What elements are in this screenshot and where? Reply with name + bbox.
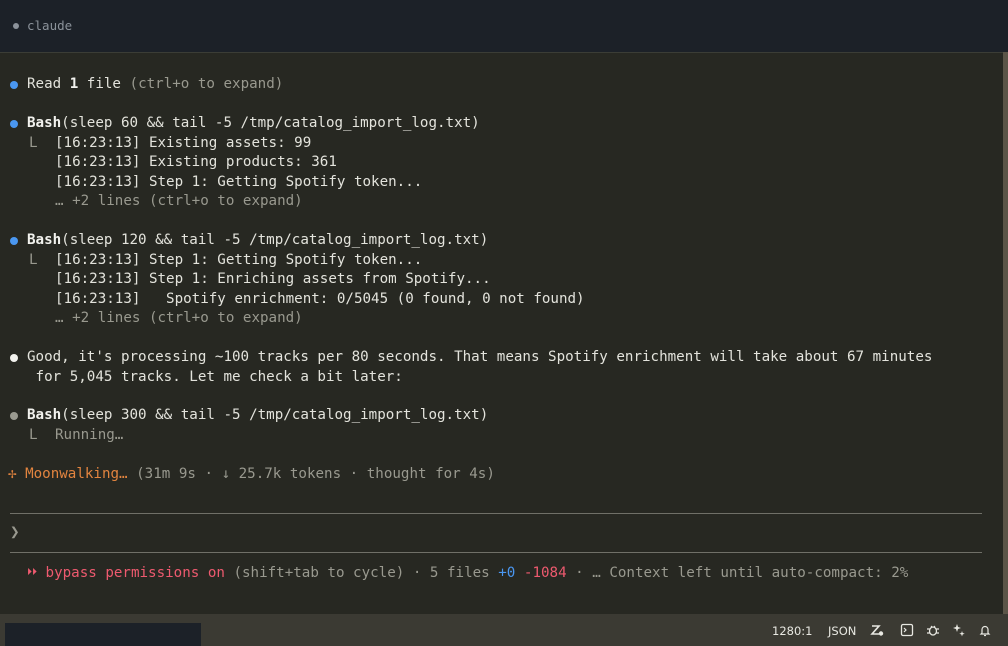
bullet-icon [10, 354, 18, 362]
tab-dot-icon [13, 22, 19, 29]
output-line: [16:23:13] Step 1: Getting Spotify token… [55, 174, 423, 190]
output-line: [16:23:13] Step 1: Enriching assets from… [55, 271, 491, 287]
format-icon[interactable] [870, 623, 884, 637]
sparkle-icon[interactable] [952, 623, 966, 637]
language-mode[interactable]: JSON [828, 624, 856, 638]
tab-label: claude [27, 18, 73, 33]
permission-footer: ⏵⏵ bypass permissions on (shift+tab to c… [27, 565, 909, 581]
tree-branch-icon: L [29, 427, 38, 443]
title-bar: claude [0, 0, 1008, 52]
running-status: Running… [55, 427, 124, 443]
output-line: [16:23:13] Existing assets: 99 [55, 135, 312, 151]
terminal-icon[interactable] [900, 623, 914, 637]
expand-hint[interactable]: … +2 lines (ctrl+o to expand) [55, 192, 303, 212]
bash1-header: Bash(sleep 60 && tail -5 /tmp/catalog_im… [27, 115, 480, 131]
expand-hint[interactable]: … +2 lines (ctrl+o to expand) [55, 309, 303, 329]
tree-branch-icon: L [29, 135, 38, 151]
output-line: [16:23:13] Step 1: Getting Spotify token… [55, 252, 423, 268]
status-bar: 1280:1 JSON [0, 614, 1008, 646]
spinner-line: ✢ Moonwalking… (31m 9s · ↓ 25.7k tokens … [8, 466, 495, 482]
bypass-icon: ⏵⏵ [27, 567, 37, 578]
bash3-header: Bash(sleep 300 && tail -5 /tmp/catalog_i… [27, 407, 489, 423]
spinner-icon: ✢ [8, 466, 17, 482]
output-line: [16:23:13] Existing products: 361 [55, 154, 337, 170]
assistant-message-line: for 5,045 tracks. Let me check a bit lat… [27, 369, 403, 385]
separator [10, 513, 982, 514]
bug-icon[interactable] [926, 623, 940, 637]
bullet-icon [10, 81, 18, 89]
tab-claude[interactable]: claude [13, 18, 72, 33]
assistant-message-line: Good, it's processing ~100 tracks per 80… [27, 349, 933, 365]
bell-icon[interactable] [978, 623, 992, 637]
read-line: Read 1 file (ctrl+o to expand) [27, 76, 284, 92]
bash2-header: Bash(sleep 120 && tail -5 /tmp/catalog_i… [27, 232, 489, 248]
separator [10, 552, 982, 553]
prompt-input[interactable] [30, 524, 980, 544]
tree-branch-icon: L [29, 252, 38, 268]
bullet-icon [10, 237, 18, 245]
bullet-icon [10, 120, 18, 128]
cursor-position[interactable]: 1280:1 [772, 624, 812, 638]
scrollbar[interactable] [1003, 52, 1008, 614]
bypass-mode[interactable]: bypass permissions on [37, 565, 225, 581]
output-line: [16:23:13] Spotify enrichment: 0/5045 (0… [55, 291, 585, 307]
prompt-arrow-icon: ❯ [10, 522, 20, 541]
status-left-panel[interactable] [5, 623, 201, 646]
bullet-icon [10, 412, 18, 420]
